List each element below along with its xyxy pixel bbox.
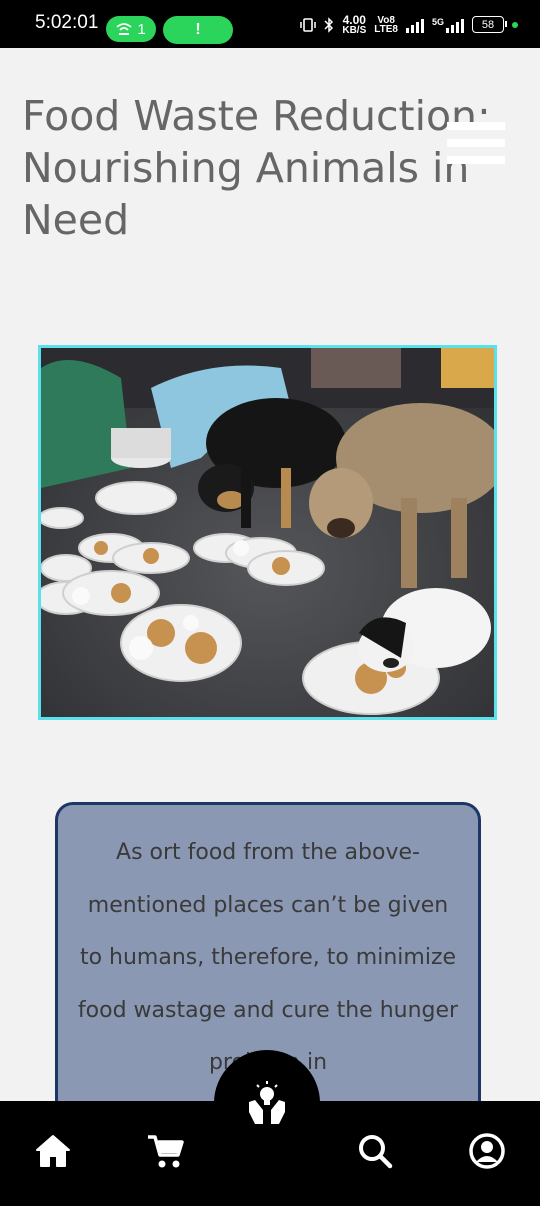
network-label: 5G: [431, 16, 444, 27]
battery-level: 58: [481, 18, 495, 31]
hotspot-icon: [116, 23, 132, 35]
alert-label: !: [195, 21, 201, 38]
clock: 5:02:01: [35, 12, 99, 33]
dogs-eating-photo: [41, 348, 494, 717]
hamburger-menu-icon[interactable]: [447, 122, 505, 176]
nav-cart[interactable]: [145, 1131, 185, 1171]
signal-bars-1: [405, 17, 424, 33]
nav-home[interactable]: [33, 1131, 73, 1171]
vibrate-icon: [300, 17, 317, 32]
nav-search[interactable]: [355, 1131, 395, 1171]
volte-indicator: Vo8 LTE8: [374, 15, 398, 35]
home-icon: [36, 1135, 70, 1167]
article-image: [38, 345, 497, 720]
net-speed: 4.00 KB/S: [342, 14, 367, 36]
signal-5g: 5G: [432, 17, 464, 33]
cart-icon: [148, 1135, 184, 1168]
privacy-dot: [512, 21, 518, 28]
hands-lightbulb-icon: [249, 1081, 285, 1124]
bluetooth-icon: [324, 16, 334, 33]
hotspot-count: 1: [137, 20, 146, 38]
donate-fab-button[interactable]: [214, 1050, 320, 1156]
alert-pill[interactable]: !: [163, 16, 233, 44]
page-title: Food Waste Reduction: Nourishing Animals…: [22, 92, 491, 244]
search-icon: [359, 1135, 393, 1169]
net-speed-unit: KB/S: [342, 25, 367, 36]
volte-bottom: LTE8: [374, 23, 398, 35]
user-profile-icon: [469, 1133, 505, 1169]
status-bar: 5:02:01 1 ! 4.00 KB/S Vo8 LTE8 5G 58: [0, 0, 540, 48]
battery-indicator: 58: [472, 16, 507, 33]
status-icons: 4.00 KB/S Vo8 LTE8 5G 58: [300, 14, 518, 36]
nav-profile[interactable]: [467, 1131, 507, 1171]
hotspot-indicator[interactable]: 1: [106, 16, 156, 42]
